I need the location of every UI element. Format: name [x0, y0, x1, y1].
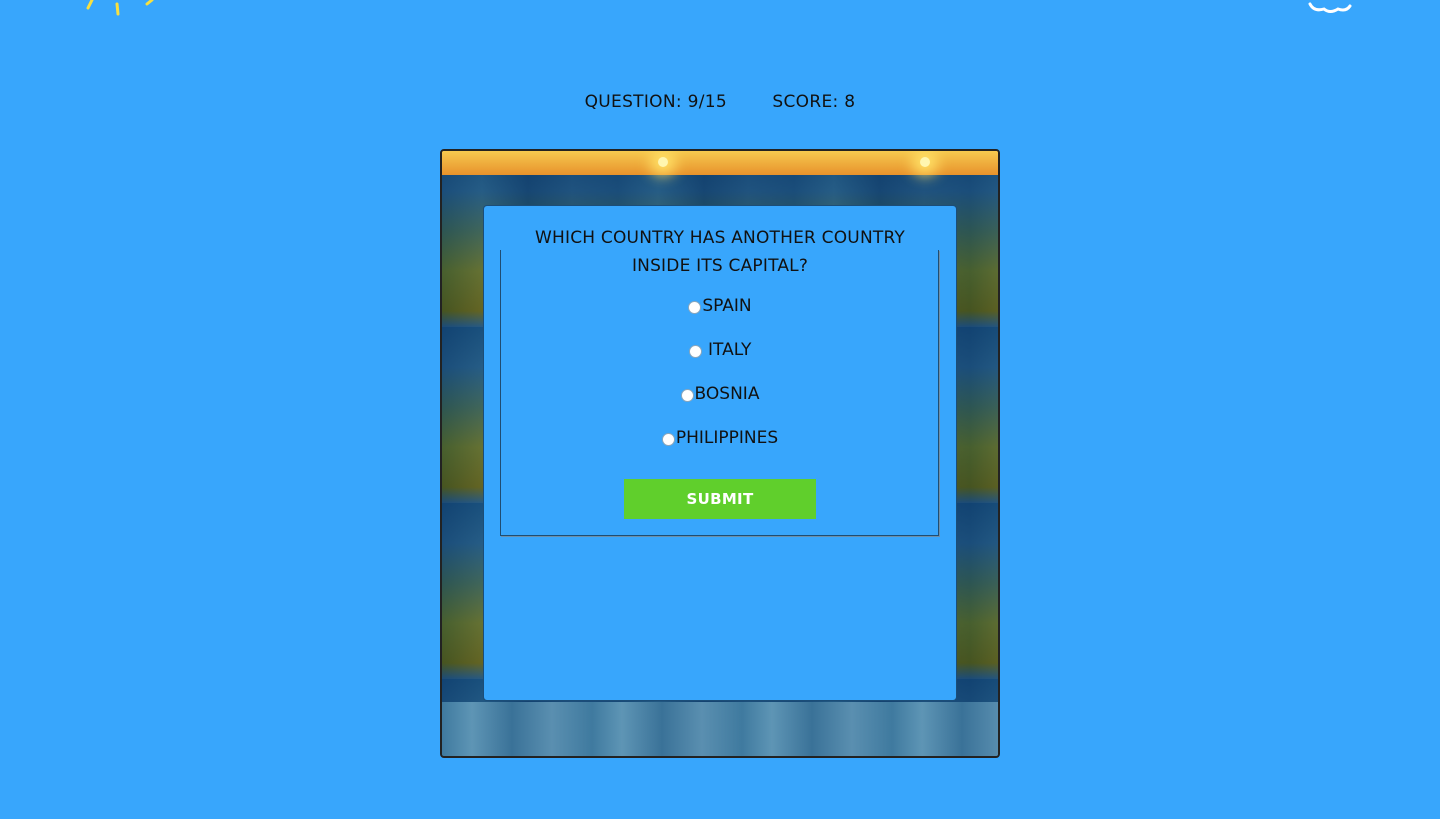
- radio-button[interactable]: [661, 433, 675, 446]
- question-text: WHICH COUNTRY HAS ANOTHER COUNTRY INSIDE…: [535, 228, 905, 276]
- quiz-card: WHICH COUNTRY HAS ANOTHER COUNTRY INSIDE…: [483, 205, 957, 701]
- radio-button[interactable]: [688, 301, 702, 314]
- sun-glow: [658, 157, 668, 167]
- radio-button[interactable]: [680, 389, 694, 402]
- quiz-status-bar: QUESTION: 9/15 SCORE: 8: [0, 92, 1440, 112]
- sun-icon: [86, 0, 154, 16]
- radio-button[interactable]: [688, 345, 702, 358]
- answer-label: SPAIN: [702, 296, 752, 316]
- answer-option[interactable]: PHILIPPINES: [484, 428, 956, 472]
- answer-label: BOSNIA: [694, 384, 760, 404]
- frame-bottom-border: [442, 702, 998, 756]
- answer-option[interactable]: ITALY: [484, 340, 956, 384]
- cloud-icon: [1308, 2, 1352, 13]
- frame-top-border: [442, 151, 998, 175]
- sun-glow: [920, 157, 930, 167]
- answer-label: PHILIPPINES: [675, 428, 779, 448]
- answer-option[interactable]: SPAIN: [484, 296, 956, 340]
- answer-option[interactable]: BOSNIA: [484, 384, 956, 428]
- question-counter: QUESTION: 9/15: [584, 92, 727, 112]
- quiz-page: QUESTION: 9/15 SCORE: 8 WHICH COUNTRY HA…: [0, 0, 1440, 819]
- submit-button[interactable]: SUBMIT: [624, 479, 816, 519]
- answer-options: SPAIN ITALY BOSNIA PHILIPPINES: [484, 296, 956, 472]
- answer-label: ITALY: [708, 340, 752, 360]
- score-counter: SCORE: 8: [772, 92, 856, 112]
